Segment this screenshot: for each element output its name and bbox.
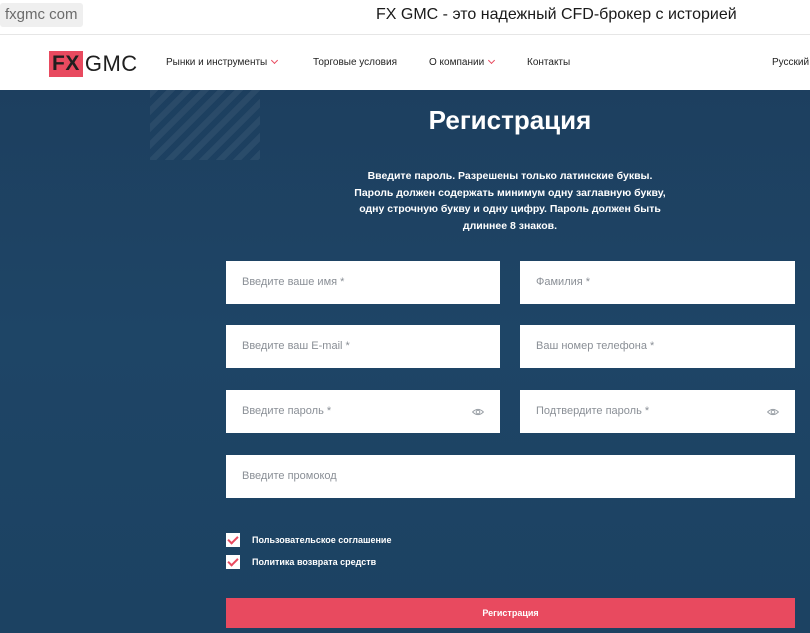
user-agreement-checkbox[interactable] (226, 533, 240, 547)
chevron-down-icon (488, 56, 496, 65)
promo-code-placeholder: Введите промокод (242, 470, 337, 482)
nav-item-about[interactable]: О компании (429, 56, 496, 68)
refund-policy-label: Политика возврата средств (252, 557, 377, 567)
registration-title: Регистрация (428, 105, 592, 135)
last-name-placeholder: Фамилия * (536, 276, 591, 288)
nav-item-markets[interactable]: Рынки и инструменты (166, 56, 279, 68)
password-hint: Введите пароль. Разрешены только латинск… (354, 170, 666, 232)
site-header: FX GMC Рынки и инструменты Торговые усло… (0, 34, 810, 90)
first-name-field[interactable]: Введите ваше имя * (226, 261, 500, 304)
logo[interactable]: FX GMC (49, 51, 138, 77)
url-chip[interactable]: fxgmc com (0, 3, 83, 27)
password-confirm-placeholder: Подтвердите пароль * (536, 405, 650, 417)
nav-item-trading-conditions[interactable]: Торговые условия (313, 57, 397, 68)
logo-fx: FX (49, 51, 83, 77)
language-selector[interactable]: Русский (772, 57, 809, 68)
browser-titlebar: fxgmc com FX GMC - это надежный CFD-брок… (0, 0, 810, 34)
refund-policy-checkbox[interactable] (226, 555, 240, 569)
nav-item-label: Рынки и инструменты (166, 57, 268, 68)
nav-item-label: Торговые условия (313, 57, 397, 68)
password-placeholder: Введите пароль * (242, 405, 332, 417)
language-label: Русский (772, 57, 810, 68)
email-placeholder: Введите ваш E-mail * (242, 340, 350, 352)
nav-item-label: Контакты (527, 57, 571, 68)
first-name-placeholder: Введите ваше имя * (242, 276, 345, 288)
user-agreement-label: Пользовательское соглашение (252, 535, 392, 545)
eye-icon[interactable] (472, 406, 484, 418)
last-name-field[interactable]: Фамилия * (520, 261, 795, 304)
chevron-down-icon (271, 56, 279, 65)
refund-policy-checkbox-row[interactable]: Политика возврата средств (226, 555, 376, 569)
promo-code-field[interactable]: Введите промокод (226, 455, 795, 498)
logo-gmc: GMC (84, 51, 138, 76)
password-confirm-field[interactable]: Подтвердите пароль * (520, 390, 795, 433)
register-button[interactable]: Регистрация (226, 598, 795, 628)
email-field[interactable]: Введите ваш E-mail * (226, 325, 500, 368)
nav-item-label: О компании (429, 57, 485, 68)
user-agreement-checkbox-row[interactable]: Пользовательское соглашение (226, 533, 391, 547)
eye-icon[interactable] (767, 406, 779, 418)
password-field[interactable]: Введите пароль * (226, 390, 500, 433)
page-title: FX GMC - это надежный CFD-брокер с истор… (376, 6, 737, 23)
phone-placeholder: Ваш номер телефона * (536, 340, 655, 352)
phone-field[interactable]: Ваш номер телефона * (520, 325, 795, 368)
registration-panel: Регистрация Введите пароль. Разрешены то… (0, 90, 810, 633)
nav-item-contacts[interactable]: Контакты (527, 57, 570, 68)
